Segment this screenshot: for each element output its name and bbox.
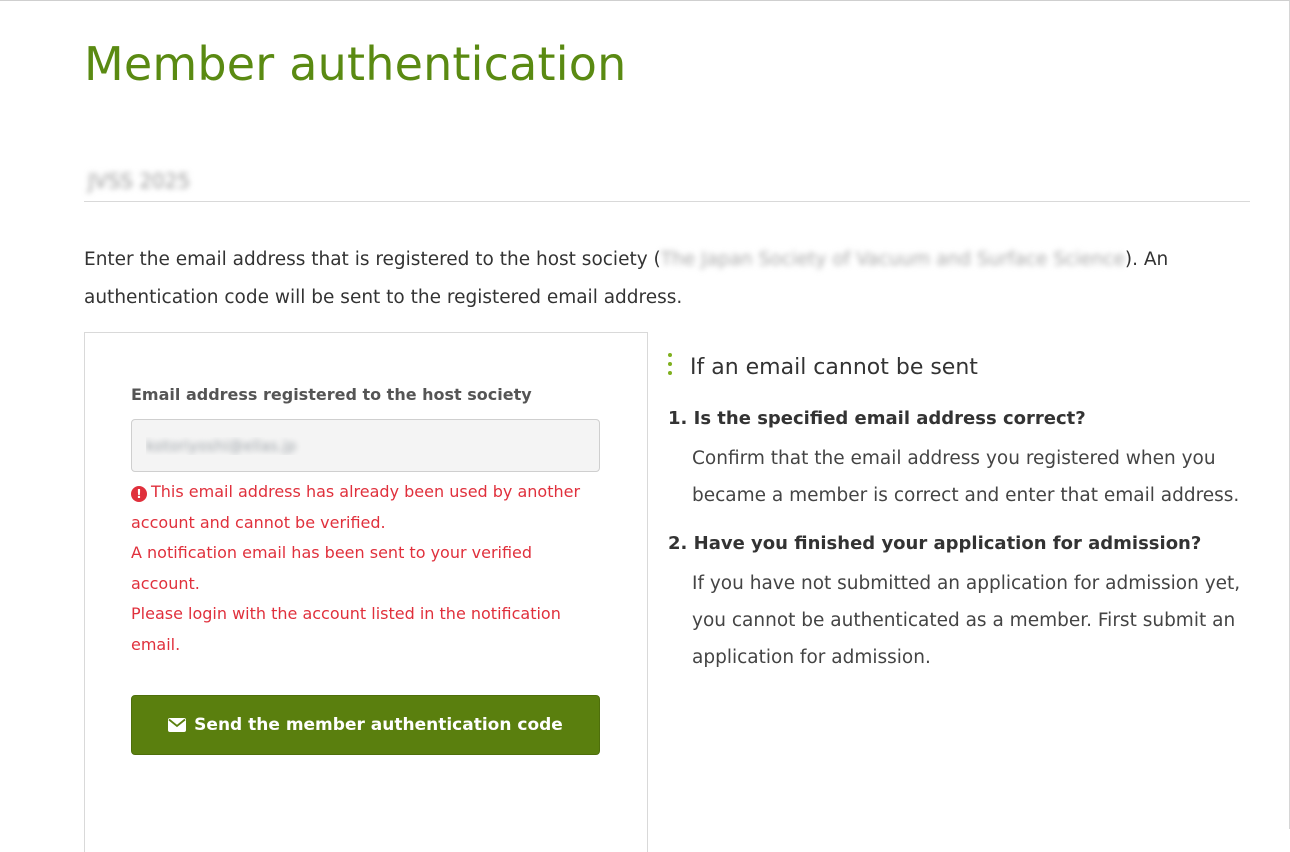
help-item-2-title: 2. Have you finished your application fo…	[668, 533, 1202, 554]
help-item-1-title: 1. Is the specified email address correc…	[668, 408, 1086, 429]
event-name: JVSS 2025	[88, 169, 191, 193]
authentication-form: Email address registered to the host soc…	[84, 332, 648, 852]
host-society-name: The Japan Society of Vacuum and Surface …	[660, 249, 1125, 270]
help-heading-text: If an email cannot be sent	[690, 355, 978, 380]
intro-text: Enter the email address that is register…	[84, 241, 1234, 317]
envelope-icon	[168, 718, 187, 732]
email-field[interactable]	[131, 419, 600, 472]
error-message: ! This email address has already been use…	[131, 477, 601, 660]
help-item-2-body: If you have not submitted an application…	[692, 573, 1241, 668]
error-line-3: Please login with the account listed in …	[131, 604, 561, 654]
help-item-1-body: Confirm that the email address you regis…	[692, 448, 1240, 506]
error-line-1: ! This email address has already been use…	[131, 477, 601, 538]
divider	[84, 201, 1250, 202]
send-button-label: Send the member authentication code	[194, 715, 563, 735]
help-heading: If an email cannot be sent	[668, 347, 1258, 389]
help-section: If an email cannot be sent 1. Is the spe…	[668, 347, 1258, 676]
dotted-bar-icon	[668, 353, 673, 383]
intro-text-before: Enter the email address that is register…	[84, 249, 661, 270]
email-field-label: Email address registered to the host soc…	[131, 385, 532, 404]
error-line-1-text: This email address has already been used…	[131, 482, 581, 532]
page-frame: Member authentication JVSS 2025 Enter th…	[0, 0, 1290, 852]
page-title: Member authentication	[84, 37, 627, 91]
exclamation-circle-icon: !	[131, 486, 147, 502]
send-authentication-code-button[interactable]: Send the member authentication code	[131, 695, 600, 755]
error-line-2: A notification email has been sent to yo…	[131, 543, 533, 593]
